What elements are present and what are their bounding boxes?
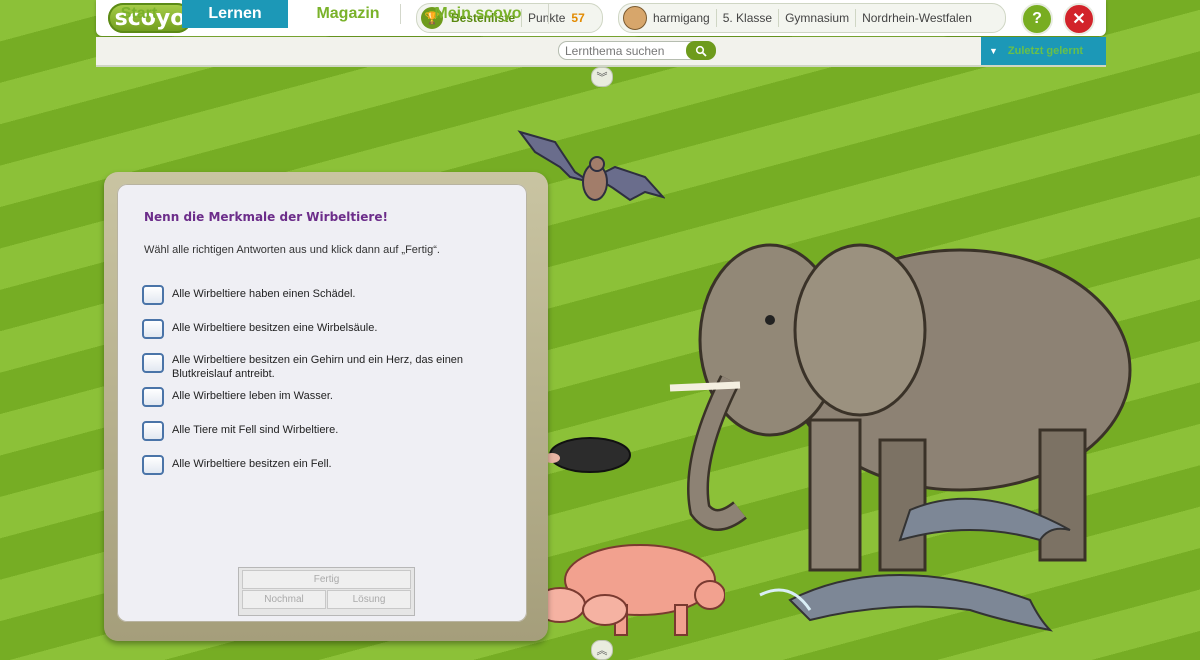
answer-option[interactable]: Alle Wirbeltiere besitzen eine Wirbelsäu… <box>142 319 492 339</box>
solution-button[interactable]: Lösung <box>327 590 411 609</box>
dolphins-illustration <box>759 497 1071 632</box>
retry-button[interactable]: Nochmal <box>242 590 326 609</box>
nav-mein-scoyo[interactable]: Mein scoyo <box>408 0 548 28</box>
recently-learned-dropdown[interactable]: ▼ Zuletzt gelernt <box>981 37 1106 65</box>
close-button[interactable]: ✕ <box>1063 3 1095 35</box>
double-chevron-up-icon[interactable]: ︽ <box>591 640 613 660</box>
dropdown-label: Zuletzt gelernt <box>1007 45 1084 57</box>
answer-checkbox[interactable] <box>142 387 164 407</box>
username[interactable]: harmigang <box>653 11 710 25</box>
answer-label[interactable]: Alle Wirbeltiere haben einen Schädel. <box>172 287 492 301</box>
question-title: Nenn die Merkmale der Wirbeltiere! <box>144 210 388 224</box>
answer-checkbox[interactable] <box>142 353 164 373</box>
answer-option[interactable]: Alle Wirbeltiere besitzen ein Gehirn und… <box>142 353 492 381</box>
school-type: Gymnasium <box>785 11 850 25</box>
answer-option[interactable]: Alle Wirbeltiere haben einen Schädel. <box>142 285 492 305</box>
points-value: 57 <box>571 11 585 25</box>
done-button[interactable]: Fertig <box>242 570 411 589</box>
answer-option[interactable]: Alle Tiere mit Fell sind Wirbeltiere. <box>142 421 492 441</box>
nav-magazin[interactable]: Magazin <box>288 0 408 28</box>
answer-option[interactable]: Alle Wirbeltiere leben im Wasser. <box>142 387 492 407</box>
answer-label[interactable]: Alle Wirbeltiere besitzen eine Wirbelsäu… <box>172 321 492 335</box>
separator <box>715 9 717 27</box>
answer-label[interactable]: Alle Wirbeltiere leben im Wasser. <box>172 389 492 403</box>
search-icon[interactable] <box>686 41 716 60</box>
answer-checkbox[interactable] <box>142 319 164 339</box>
close-icon: ✕ <box>1072 11 1086 28</box>
state: Nordrhein-Westfalen <box>862 11 972 25</box>
question-instruction: Wähl alle richtigen Antworten aus und kl… <box>144 244 440 256</box>
search-input[interactable]: Lernthema suchen <box>558 41 716 60</box>
nav-start[interactable]: Start <box>96 0 182 28</box>
nav-lernen[interactable]: Lernen <box>182 0 288 28</box>
answer-checkbox[interactable] <box>142 421 164 441</box>
answer-checkbox[interactable] <box>142 455 164 475</box>
mole-illustration <box>544 437 631 473</box>
grade: 5. Klasse <box>722 11 773 25</box>
nav-separator <box>548 4 549 24</box>
answer-label[interactable]: Alle Wirbeltiere besitzen ein Fell. <box>172 457 492 471</box>
answer-checkbox[interactable] <box>142 285 164 305</box>
double-chevron-down-icon[interactable]: ︾ <box>591 67 613 87</box>
answer-label[interactable]: Alle Wirbeltiere besitzen ein Gehirn und… <box>172 353 492 381</box>
chevron-down-icon: ▼ <box>989 46 998 56</box>
answer-label[interactable]: Alle Tiere mit Fell sind Wirbeltiere. <box>172 423 492 437</box>
help-button[interactable]: ? <box>1021 3 1053 35</box>
search-placeholder: Lernthema suchen <box>565 43 665 58</box>
avatar[interactable] <box>623 6 647 30</box>
separator <box>778 9 780 27</box>
user-info-pill[interactable]: harmigang 5. Klasse Gymnasium Nordrhein-… <box>618 3 1006 33</box>
answer-option[interactable]: Alle Wirbeltiere besitzen ein Fell. <box>142 455 492 475</box>
separator <box>855 9 857 27</box>
help-icon: ? <box>1032 10 1042 27</box>
